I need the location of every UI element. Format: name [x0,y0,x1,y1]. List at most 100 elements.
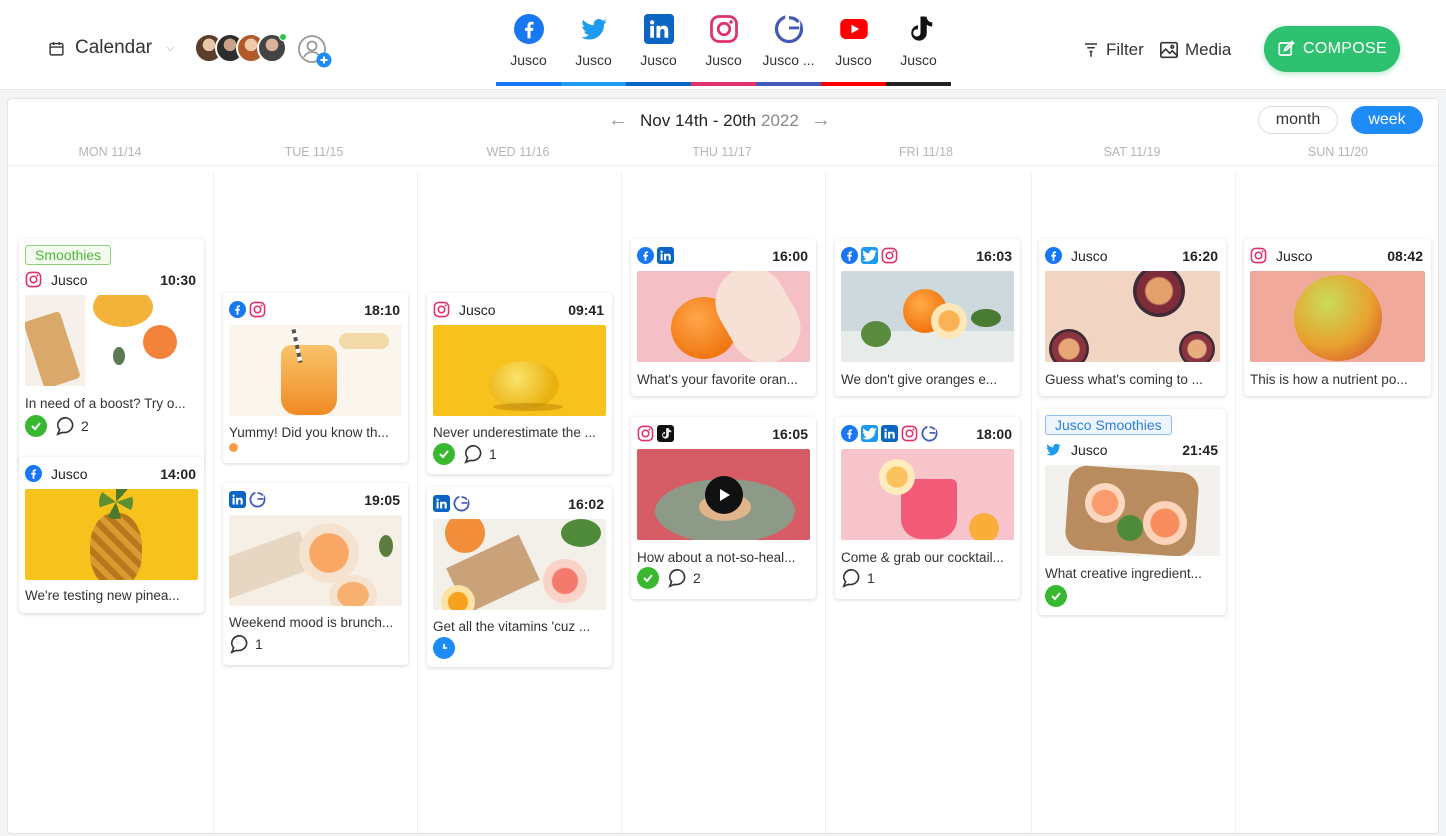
comment-icon [56,416,74,436]
calendar-dropdown[interactable]: Calendar ⌵ [48,37,174,59]
post-header: 19:05 [229,491,400,508]
next-week-arrow-icon[interactable]: → [811,109,831,132]
filter-label: Filter [1106,40,1144,59]
post-card[interactable]: Jusco 14:00 We're testing new pinea... [19,457,204,613]
column-divider [417,173,418,833]
month-view-button[interactable]: month [1258,106,1338,134]
post-header: 18:00 [841,425,1012,442]
linkedin-icon [433,495,450,512]
week-navigator: ← Nov 14th - 20th 2022 → [608,109,831,132]
post-tag[interactable]: Smoothies [25,245,112,265]
post-footer [229,443,238,452]
post-image [841,449,1014,540]
post-header: Jusco 09:41 [433,301,604,318]
facebook-icon [841,247,858,264]
play-video-icon[interactable] [704,475,743,514]
network-tab-google-business[interactable]: Jusco ... [756,0,821,86]
chevron-down-icon: ⌵ [166,41,175,54]
day-header-sat: SAT 11/19 [1103,145,1161,159]
instagram-icon [433,301,450,318]
google-business-icon [249,491,266,508]
post-page-name: Jusco [1276,247,1313,264]
post-caption: This is how a nutrient po... [1250,372,1408,387]
post-card[interactable]: 16:05 How about a not-so-heal... 2 [631,417,816,604]
post-card[interactable]: 16:03 We don't give oranges e... [835,239,1020,401]
post-card[interactable]: Smoothies Jusco 10:30 In need of a boost… [19,239,204,465]
network-tab-twitter[interactable]: Jusco [561,0,626,86]
comments-count[interactable]: 2 [55,415,89,437]
instagram-icon [901,425,918,442]
network-tab-tiktok[interactable]: Jusco [886,0,951,86]
post-card[interactable]: Jusco 09:41 Never underestimate the ... … [427,293,612,474]
post-time: 18:00 [976,425,1012,442]
comment-icon [668,568,686,588]
network-label: Jusco ... [762,52,815,68]
post-time: 08:42 [1387,247,1423,264]
linkedin-icon [657,247,674,264]
post-time: 21:45 [1182,441,1218,458]
post-time: 16:20 [1182,247,1218,264]
linkedin-icon [644,14,674,44]
instagram-icon [637,425,654,442]
network-tab-facebook[interactable]: Jusco [496,0,561,86]
twitter-icon [861,425,878,442]
twitter-icon [579,14,609,44]
post-card[interactable]: 19:05 Weekend mood is brunch... 1 [223,483,408,670]
comments-count[interactable]: 1 [229,633,263,655]
post-caption: Weekend mood is brunch... [229,615,394,630]
post-card[interactable]: Jusco 16:20 Guess what's coming to ... [1039,239,1226,396]
network-tab-linkedin[interactable]: Jusco [626,0,691,86]
post-image [1045,465,1220,556]
post-image [637,271,810,362]
facebook-icon [1045,247,1062,264]
instagram-icon [709,14,739,44]
post-caption: We don't give oranges e... [841,372,998,387]
post-card[interactable]: Jusco Smoothies Jusco 21:45 What creativ… [1039,409,1226,615]
post-caption: Guess what's coming to ... [1045,372,1203,387]
network-tab-youtube[interactable]: Jusco [821,0,886,86]
day-header-mon: MON 11/14 [78,145,142,159]
add-user-icon[interactable] [297,34,333,70]
compose-label: COMPOSE [1303,40,1387,57]
post-footer [1045,585,1067,607]
network-underline [561,82,626,86]
post-header: 16:02 [433,495,604,512]
comments-count[interactable]: 1 [463,443,497,465]
post-image [25,489,198,580]
calendar-icon [49,41,64,56]
post-card[interactable]: 18:00 Come & grab our cocktail... 1 [835,417,1020,604]
post-card[interactable]: 16:02 Get all the vitamins 'cuz ... [427,487,612,672]
post-time: 16:00 [772,247,808,264]
week-view-button[interactable]: week [1351,106,1423,134]
week-year: 2022 [760,110,799,130]
column-divider [213,173,214,833]
post-image [229,325,402,416]
post-card[interactable]: 18:10 Yummy! Did you know th... [223,293,408,468]
comments-count[interactable]: 2 [667,567,701,589]
compose-button[interactable]: COMPOSE [1264,26,1400,72]
network-label: Jusco [510,52,547,68]
post-card[interactable]: 16:00 What's your favorite oran... [631,239,816,401]
post-tag[interactable]: Jusco Smoothies [1045,415,1172,435]
post-footer [433,637,455,659]
post-page-name: Jusco [51,465,88,482]
youtube-icon [839,14,869,44]
post-header: 18:10 [229,301,400,318]
team-avatars[interactable] [194,33,287,63]
comments-count[interactable]: 1 [841,567,875,589]
google-business-icon [774,14,804,44]
instagram-icon [881,247,898,264]
media-label: Media [1185,40,1232,59]
media-button[interactable]: Media [1159,40,1231,60]
prev-week-arrow-icon[interactable]: ← [608,109,628,132]
post-time: 18:10 [364,301,400,318]
network-tab-instagram[interactable]: Jusco [691,0,756,86]
post-image [229,515,402,606]
filter-button[interactable]: Filter [1082,40,1144,60]
facebook-icon [229,301,246,318]
network-label: Jusco [835,52,872,68]
post-card[interactable]: Jusco 08:42 This is how a nutrient po... [1244,239,1431,396]
week-range: Nov 14th - 20th 2022 [640,110,799,130]
network-underline [886,82,951,86]
avatar[interactable] [257,33,287,63]
